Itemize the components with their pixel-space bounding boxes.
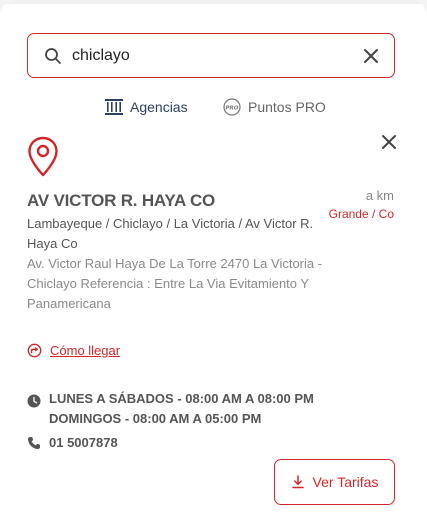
agency-address: Av. Victor Raul Haya De La Torre 2470 La… xyxy=(27,256,323,311)
tab-agencias[interactable]: Agencias xyxy=(104,96,188,118)
tab-agencias-label: Agencias xyxy=(130,99,188,115)
hours-weekdays: LUNES A SÁBADOS - 08:00 AM A 08:00 PM xyxy=(49,391,314,406)
clock-icon xyxy=(27,394,41,408)
close-icon[interactable] xyxy=(380,133,398,151)
svg-text:PRO: PRO xyxy=(226,106,239,112)
bank-icon xyxy=(105,99,123,115)
clear-search-icon[interactable] xyxy=(362,47,380,65)
directions-icon xyxy=(27,343,42,358)
tab-puntos-pro-label: Puntos PRO xyxy=(248,99,326,115)
pro-badge-icon: PRO xyxy=(223,98,241,116)
location-type-tabs: Agencias PRO Puntos PRO xyxy=(0,96,427,118)
location-pin-icon xyxy=(28,136,58,177)
directions-label: Cómo llegar xyxy=(50,343,121,358)
agency-distance: a km xyxy=(365,188,394,203)
agency-type-badge: Grande / Co xyxy=(328,207,394,221)
phone-icon xyxy=(28,436,40,449)
directions-link[interactable]: Cómo llegar xyxy=(27,343,120,358)
tab-puntos-pro[interactable]: PRO Puntos PRO xyxy=(222,96,326,118)
hours-sundays: DOMINGOS - 08:00 AM A 05:00 PM xyxy=(49,411,262,426)
agency-location: Lambayeque / Chiclayo / La Victoria / Av… xyxy=(27,216,314,251)
panel-top-edge xyxy=(0,0,427,4)
ver-tarifas-label: Ver Tarifas xyxy=(312,474,379,490)
search-input[interactable] xyxy=(72,43,352,69)
phone-number: 01 5007878 xyxy=(49,435,118,450)
search-icon xyxy=(45,48,61,64)
agency-name: AV VICTOR R. HAYA CO xyxy=(27,191,216,210)
search-box[interactable] xyxy=(27,33,395,78)
agency-finder-panel: Agencias PRO Puntos PRO AV VICTOR R. HAY… xyxy=(0,0,427,516)
agency-phone: 01 5007878 xyxy=(27,435,118,450)
download-icon xyxy=(291,475,304,489)
ver-tarifas-button[interactable]: Ver Tarifas xyxy=(274,459,395,505)
